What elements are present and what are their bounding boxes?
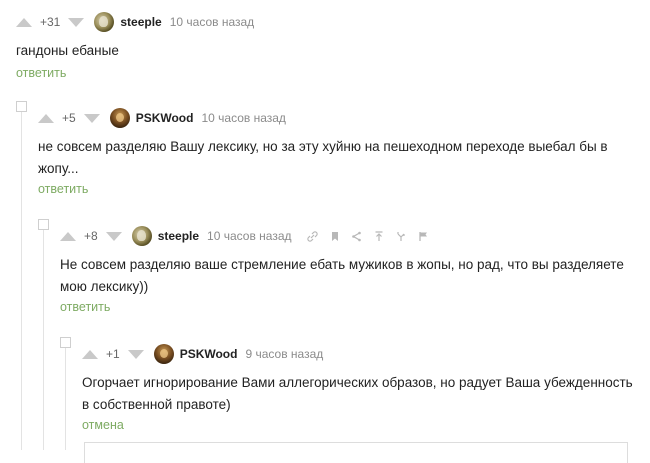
- comment-header: +31 steeple 10 часов назад: [16, 10, 254, 34]
- comment-rating: +1: [106, 347, 120, 361]
- comment-author[interactable]: PSKWood: [136, 111, 194, 125]
- vote-down-icon[interactable]: [105, 231, 122, 241]
- cancel-link[interactable]: отмена: [82, 418, 124, 432]
- reply-textarea[interactable]: [84, 442, 628, 463]
- comment-rating: +5: [62, 111, 76, 125]
- comment-time[interactable]: 10 часов назад: [207, 229, 291, 243]
- comment-text: не совсем разделяю Вашу лексику, но за э…: [38, 136, 608, 180]
- vote-down-icon[interactable]: [127, 349, 144, 359]
- comment: +1 PSKWood 9 часов назад Огорчает игнори…: [82, 342, 633, 434]
- collapse-toggle[interactable]: [38, 219, 49, 230]
- share-icon[interactable]: [351, 230, 363, 242]
- comment-text: Не совсем разделяю ваше стремление ебать…: [60, 254, 624, 298]
- comment-time[interactable]: 9 часов назад: [245, 347, 323, 361]
- comment: +5 PSKWood 10 часов назад не совсем разд…: [38, 106, 608, 198]
- vote-down-icon[interactable]: [83, 113, 100, 123]
- comment-text-line: Огорчает игнорирование Вами аллегорическ…: [82, 375, 633, 390]
- comment-text: Огорчает игнорирование Вами аллегорическ…: [82, 372, 633, 416]
- collapse-toggle[interactable]: [16, 101, 27, 112]
- comment-time[interactable]: 10 часов назад: [170, 15, 254, 29]
- comment-author[interactable]: steeple: [158, 229, 199, 243]
- comment-text-line: мою лексику)): [60, 279, 149, 294]
- vote-up-icon[interactable]: [16, 17, 32, 27]
- thread-line: [43, 222, 44, 450]
- avatar[interactable]: [109, 108, 130, 128]
- comment-text-line: жопу...: [38, 161, 79, 176]
- vote-up-icon[interactable]: [82, 349, 98, 359]
- avatar[interactable]: [131, 226, 152, 246]
- comment-text-line: в собственной правоте): [82, 397, 231, 412]
- comment-text-line: гандоны ебаные: [16, 43, 119, 58]
- reply-link[interactable]: ответить: [60, 300, 110, 314]
- comment-text-line: не совсем разделяю Вашу лексику, но за э…: [38, 139, 608, 154]
- comment-rating: +8: [84, 229, 98, 243]
- vote-down-icon[interactable]: [68, 17, 85, 27]
- up-arrow-icon[interactable]: [373, 230, 385, 242]
- vote-up-icon[interactable]: [60, 231, 76, 241]
- comment-rating: +31: [40, 15, 61, 29]
- thread-line: [65, 340, 66, 450]
- comment-time[interactable]: 10 часов назад: [201, 111, 285, 125]
- comment-author[interactable]: steeple: [120, 15, 161, 29]
- reply-link[interactable]: ответить: [16, 66, 66, 80]
- comment-author[interactable]: PSKWood: [180, 347, 238, 361]
- comment: +31 steeple 10 часов назад гандоны ебаны…: [16, 10, 254, 82]
- flag-icon[interactable]: [417, 230, 429, 242]
- vote-up-icon[interactable]: [38, 113, 54, 123]
- collapse-toggle[interactable]: [60, 337, 71, 348]
- comment-tools: [302, 230, 434, 242]
- avatar[interactable]: [153, 344, 174, 364]
- avatar[interactable]: [94, 12, 115, 32]
- comment: +8 steeple 10 часов назад Не совсем разд…: [60, 224, 624, 316]
- comment-text-line: Не совсем разделяю ваше стремление ебать…: [60, 257, 624, 272]
- comment-text: гандоны ебаные: [16, 40, 254, 62]
- branch-icon[interactable]: [395, 230, 407, 242]
- thread-line: [21, 104, 22, 450]
- comment-header: +8 steeple 10 часов назад: [60, 224, 624, 248]
- bookmark-icon[interactable]: [329, 230, 341, 242]
- comment-header: +1 PSKWood 9 часов назад: [82, 342, 633, 366]
- link-icon[interactable]: [307, 230, 319, 242]
- comment-header: +5 PSKWood 10 часов назад: [38, 106, 608, 130]
- reply-link[interactable]: ответить: [38, 182, 88, 196]
